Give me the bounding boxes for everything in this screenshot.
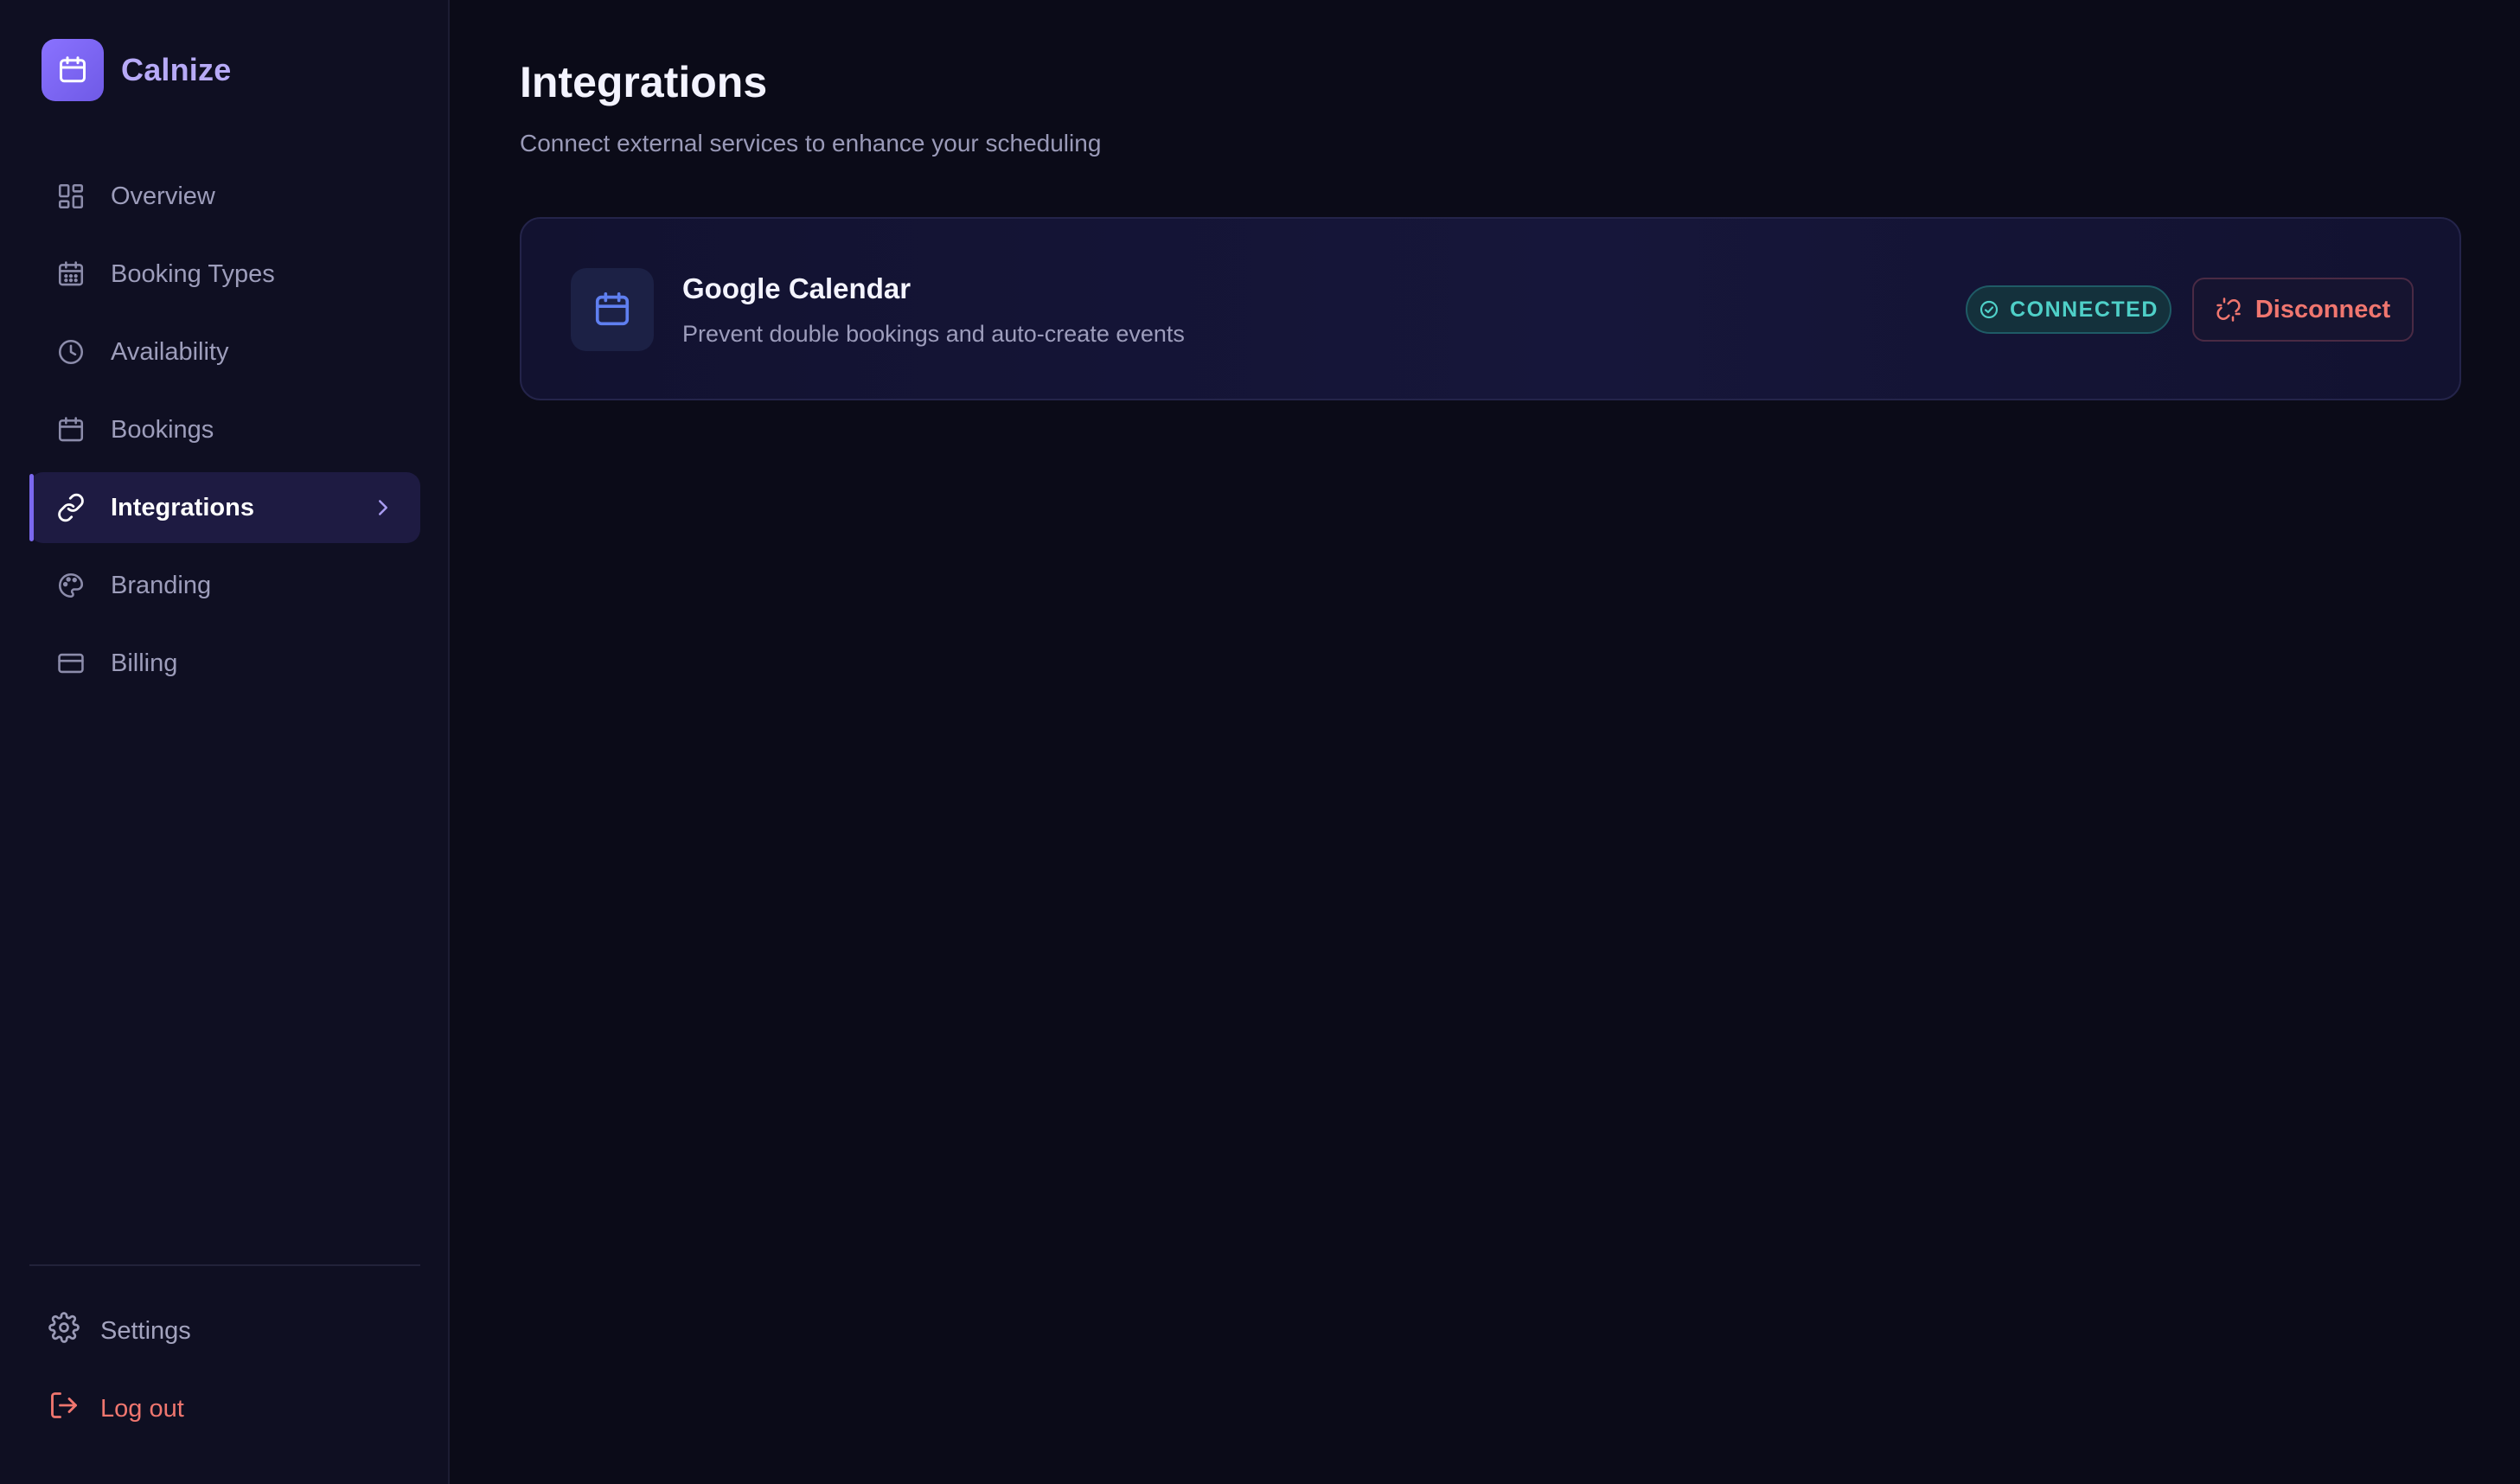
check-circle-icon — [1979, 298, 2001, 321]
page-subtitle: Connect external services to enhance you… — [520, 130, 1102, 157]
integration-name: Google Calendar — [682, 272, 911, 304]
sidebar: Calnize Overview Booking Types Availabil… — [0, 0, 450, 1484]
sidebar-nav: Overview Booking Types Availability Book… — [29, 161, 420, 706]
sidebar-item-branding[interactable]: Branding — [29, 550, 420, 621]
grid-icon — [55, 181, 86, 212]
logout-icon — [48, 1390, 80, 1428]
logout-label: Log out — [100, 1394, 184, 1423]
sidebar-item-bookings[interactable]: Bookings — [29, 394, 420, 465]
calendar-icon — [55, 414, 86, 445]
sidebar-divider — [29, 1264, 420, 1266]
sidebar-item-integrations[interactable]: Integrations — [29, 472, 420, 543]
calendar-logo-icon — [42, 39, 104, 101]
disconnect-label: Disconnect — [2255, 295, 2391, 323]
sidebar-item-availability[interactable]: Availability — [29, 317, 420, 387]
brand-name: Calnize — [121, 52, 232, 87]
sidebar-item-booking-types[interactable]: Booking Types — [29, 239, 420, 310]
status-label: CONNECTED — [2010, 297, 2159, 322]
integration-card-google-calendar: Google Calendar Prevent double bookings … — [520, 217, 2461, 400]
calendar-grid-icon — [55, 259, 86, 290]
sidebar-item-label: Booking Types — [111, 259, 275, 288]
chevron-right-icon — [370, 495, 396, 521]
link-icon — [55, 492, 86, 523]
gear-icon — [48, 1312, 80, 1350]
sidebar-item-label: Overview — [111, 182, 215, 210]
integration-description: Prevent double bookings and auto-create … — [682, 321, 1185, 347]
app-root: Calnize Overview Booking Types Availabil… — [0, 0, 2520, 1484]
sidebar-item-overview[interactable]: Overview — [29, 161, 420, 232]
clock-icon — [55, 336, 86, 368]
sidebar-item-label: Integrations — [111, 493, 254, 521]
brand[interactable]: Calnize — [42, 39, 231, 101]
settings-label: Settings — [100, 1316, 191, 1345]
page-title: Integrations — [520, 58, 768, 106]
palette-icon — [55, 570, 86, 601]
disconnect-button[interactable]: Disconnect — [2192, 278, 2414, 342]
logout-link[interactable]: Log out — [29, 1373, 420, 1444]
sidebar-item-label: Bookings — [111, 415, 214, 444]
sidebar-item-label: Availability — [111, 337, 229, 366]
sidebar-item-label: Branding — [111, 571, 212, 599]
calendar-icon — [571, 268, 654, 351]
status-badge: CONNECTED — [1966, 285, 2171, 334]
credit-card-icon — [55, 648, 86, 679]
settings-link[interactable]: Settings — [29, 1295, 420, 1366]
sidebar-item-label: Billing — [111, 649, 178, 677]
sidebar-item-billing[interactable]: Billing — [29, 628, 420, 699]
unlink-icon — [2216, 297, 2242, 323]
